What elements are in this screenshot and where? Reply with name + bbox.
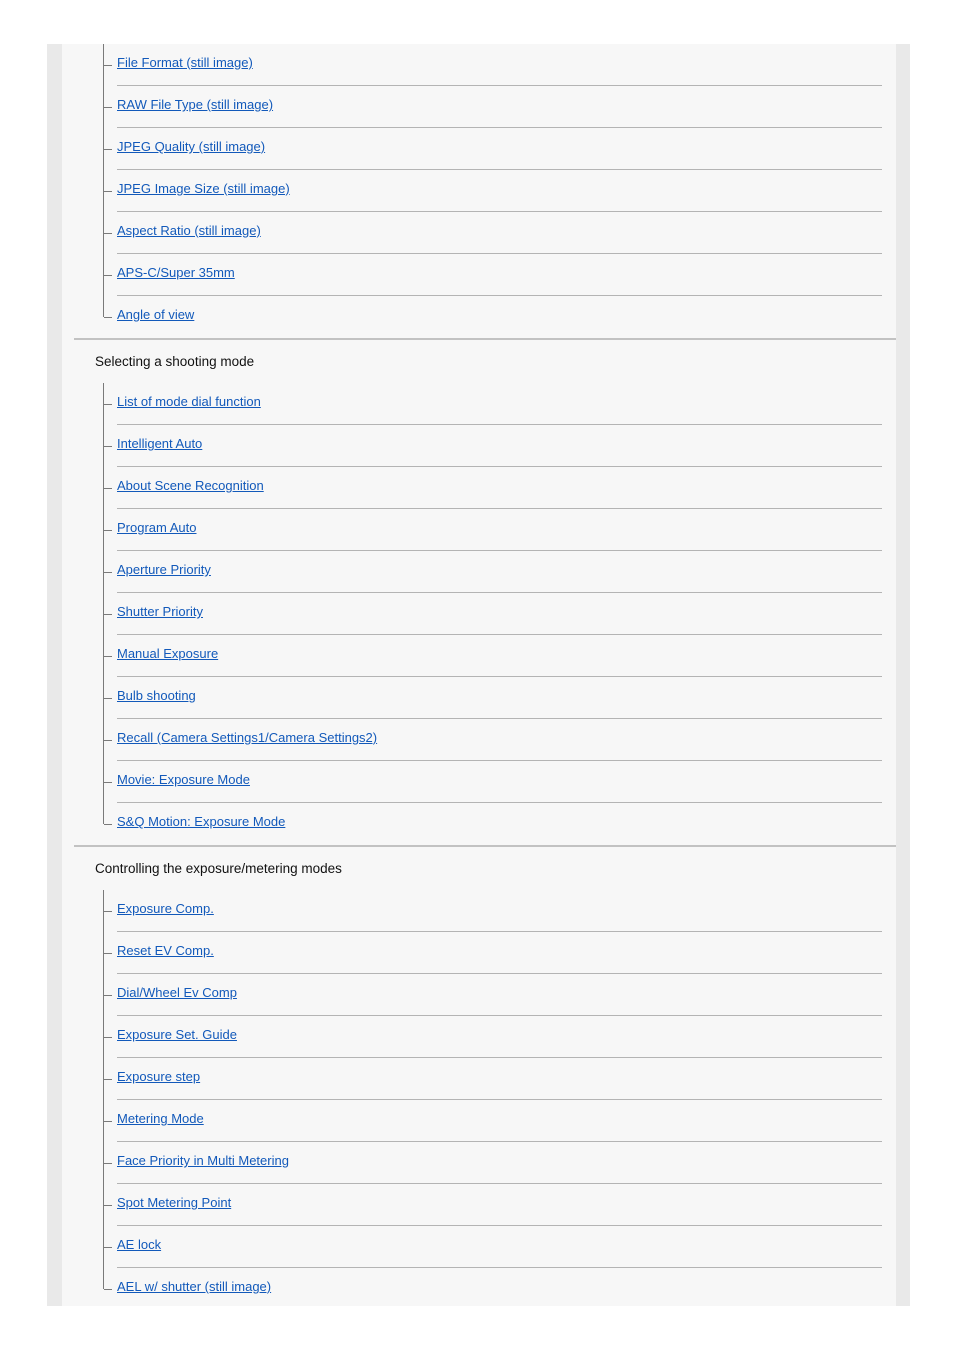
toc-item: RAW File Type (still image) <box>103 86 882 128</box>
toc-item-link[interactable]: Metering Mode <box>117 1111 204 1127</box>
toc-item-link[interactable]: APS-C/Super 35mm <box>117 265 235 281</box>
toc-item-link[interactable]: JPEG Image Size (still image) <box>117 181 290 197</box>
right-gutter-band <box>896 44 910 1306</box>
toc-item: List of mode dial function <box>103 383 882 425</box>
toc-item-link[interactable]: Movie: Exposure Mode <box>117 772 250 788</box>
toc-item-link[interactable]: List of mode dial function <box>117 394 261 410</box>
toc-item: Recall (Camera Settings1/Camera Settings… <box>103 719 882 761</box>
toc-item: JPEG Quality (still image) <box>103 128 882 170</box>
toc-item-link[interactable]: Shutter Priority <box>117 604 203 620</box>
toc-item: About Scene Recognition <box>103 467 882 509</box>
toc-item: Angle of view <box>103 296 882 338</box>
toc-item: AEL w/ shutter (still image) <box>103 1268 882 1306</box>
toc-item: Face Priority in Multi Metering <box>103 1142 882 1184</box>
toc-item-link[interactable]: AE lock <box>117 1237 161 1253</box>
toc-item-link[interactable]: Exposure step <box>117 1069 200 1085</box>
toc-section: File Format (still image) RAW File Type (… <box>62 44 896 338</box>
toc-item: JPEG Image Size (still image) <box>103 170 882 212</box>
left-gutter-band <box>47 44 62 1306</box>
section-title: Selecting a shooting mode <box>95 354 255 369</box>
toc-item: File Format (still image) <box>103 44 882 86</box>
toc-item: Shutter Priority <box>103 593 882 635</box>
toc-item-link[interactable]: Exposure Comp. <box>117 901 214 917</box>
toc-item: Exposure step <box>103 1058 882 1100</box>
toc-item-link[interactable]: Intelligent Auto <box>117 436 202 452</box>
toc-item: Aspect Ratio (still image) <box>103 212 882 254</box>
toc-content-panel: File Format (still image) RAW File Type (… <box>62 44 896 1306</box>
toc-tree: List of mode dial function Intelligent Au… <box>103 383 882 845</box>
toc-item: Aperture Priority <box>103 551 882 593</box>
toc-item: Program Auto <box>103 509 882 551</box>
page-frame: File Format (still image) RAW File Type (… <box>0 0 954 1350</box>
toc-item: Reset EV Comp. <box>103 932 882 974</box>
section-title: Controlling the exposure/metering modes <box>95 861 342 876</box>
toc-item-link[interactable]: File Format (still image) <box>117 55 253 71</box>
toc-item: Exposure Set. Guide <box>103 1016 882 1058</box>
toc-item-link[interactable]: Recall (Camera Settings1/Camera Settings… <box>117 730 377 746</box>
toc-item-link[interactable]: Spot Metering Point <box>117 1195 231 1211</box>
toc-item: Movie: Exposure Mode <box>103 761 882 803</box>
toc-item-link[interactable]: Bulb shooting <box>117 688 196 704</box>
toc-item-link[interactable]: AEL w/ shutter (still image) <box>117 1279 271 1295</box>
toc-item: Exposure Comp. <box>103 890 882 932</box>
toc-item-link[interactable]: Aperture Priority <box>117 562 211 578</box>
toc-item: AE lock <box>103 1226 882 1268</box>
toc-section: Selecting a shooting mode List of mode di… <box>62 338 896 845</box>
toc-tree: File Format (still image) RAW File Type (… <box>103 44 882 338</box>
toc-item-link[interactable]: Reset EV Comp. <box>117 943 214 959</box>
toc-item: Metering Mode <box>103 1100 882 1142</box>
toc-section: Controlling the exposure/metering modes E… <box>62 845 896 1306</box>
toc-item: Manual Exposure <box>103 635 882 677</box>
toc-item-link[interactable]: About Scene Recognition <box>117 478 264 494</box>
toc-item: Spot Metering Point <box>103 1184 882 1226</box>
toc-tree: Exposure Comp. Reset EV Comp. Dial/Wheel E… <box>103 890 882 1306</box>
toc-item-link[interactable]: Face Priority in Multi Metering <box>117 1153 289 1169</box>
toc-item-link[interactable]: JPEG Quality (still image) <box>117 139 265 155</box>
toc-item: S&Q Motion: Exposure Mode <box>103 803 882 845</box>
toc-item-link[interactable]: Aspect Ratio (still image) <box>117 223 261 239</box>
toc-item: Bulb shooting <box>103 677 882 719</box>
toc-item-link[interactable]: Dial/Wheel Ev Comp <box>117 985 237 1001</box>
toc-item-link[interactable]: Angle of view <box>117 307 194 323</box>
toc-item-link[interactable]: Exposure Set. Guide <box>117 1027 237 1043</box>
toc-item-link[interactable]: Program Auto <box>117 520 197 536</box>
toc-item-link[interactable]: Manual Exposure <box>117 646 218 662</box>
toc-item: Dial/Wheel Ev Comp <box>103 974 882 1016</box>
toc-item: APS-C/Super 35mm <box>103 254 882 296</box>
toc-item-link[interactable]: RAW File Type (still image) <box>117 97 273 113</box>
toc-item: Intelligent Auto <box>103 425 882 467</box>
toc-item-link[interactable]: S&Q Motion: Exposure Mode <box>117 814 285 830</box>
toc-sections: File Format (still image) RAW File Type (… <box>62 44 896 1306</box>
